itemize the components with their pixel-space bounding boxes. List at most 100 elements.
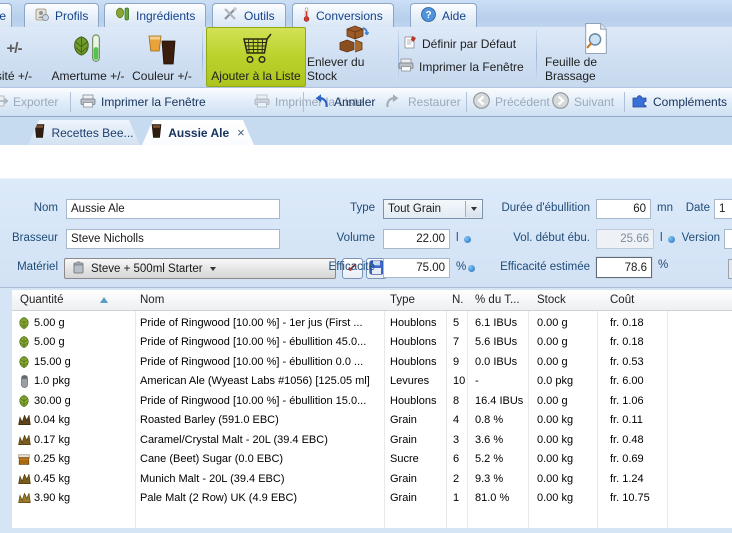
ajouter-liste-button[interactable]: Ajouter à la Liste <box>206 27 306 87</box>
annuler-button[interactable]: Annuler <box>311 88 375 116</box>
header-cout[interactable]: Coût <box>610 290 634 310</box>
header-n[interactable]: N. <box>452 290 464 310</box>
type-select[interactable]: Tout Grain <box>383 199 483 219</box>
restaurer-button[interactable]: Restaurer <box>385 88 461 116</box>
header-type[interactable]: Type <box>390 290 415 310</box>
exporter-button[interactable]: Exporter <box>0 88 58 116</box>
n-cell: 4 <box>453 411 459 431</box>
table-row[interactable]: 15.00 g Pride of Ringwood [10.00 %] - éb… <box>12 352 732 372</box>
menu-tab-partial[interactable]: e <box>0 3 12 27</box>
enlever-stock-button[interactable]: Enlever du Stock <box>307 28 397 86</box>
table-row[interactable]: 0.17 kg Caramel/Crystal Malt - 20L (39.4… <box>12 430 732 450</box>
date-input[interactable]: 1 <box>714 199 732 219</box>
menu-tab-label: Aide <box>442 9 466 23</box>
vol-debut-unit: l <box>660 232 663 244</box>
imprimer-fenetre-button[interactable]: Imprimer la Fenêtre <box>80 88 206 116</box>
n-cell: 5 <box>453 313 459 333</box>
date-label: Date <box>660 202 710 214</box>
stock-cell: 0.00 kg <box>537 430 573 450</box>
n-cell: 1 <box>453 489 459 509</box>
pct-cell: 6.1 IBUs <box>475 313 517 333</box>
doc-tab-recettes[interactable]: Recettes Bee... <box>28 120 140 145</box>
type-cell: Levures <box>390 372 429 392</box>
beer-glass-icon <box>34 124 45 141</box>
efficacite-value: 75.00 <box>416 262 445 274</box>
volume-input[interactable]: 22.00 <box>383 229 450 249</box>
table-row[interactable]: 0.45 kg Munich Malt - 20L (39.4 EBC) Gra… <box>12 469 732 489</box>
menu-tab-ingredients[interactable]: Ingrédients <box>104 3 206 27</box>
table-row[interactable]: 3.90 kg Pale Malt (2 Row) UK (4.9 EBC) G… <box>12 489 732 509</box>
cout-cell: fr. 0.18 <box>610 313 644 333</box>
chevron-down-icon <box>210 267 216 271</box>
ingredients-icon <box>115 7 130 24</box>
toolbar-separator <box>70 92 71 112</box>
definir-defaut-label: Définir par Défaut <box>422 37 516 51</box>
stock-cell: 0.00 kg <box>537 469 573 489</box>
suivant-button[interactable]: Suivant <box>552 88 614 116</box>
table-row[interactable]: 5.00 g Pride of Ringwood [10.00 %] - ébu… <box>12 333 732 353</box>
estimee-unit: % <box>658 259 668 271</box>
stock-cell: 0.00 g <box>537 352 568 372</box>
qty-cell: 0.25 kg <box>34 450 70 470</box>
thermometer-icon <box>303 7 310 25</box>
menu-tab-profils[interactable]: Profils <box>24 3 99 27</box>
header-nom[interactable]: Nom <box>140 290 164 310</box>
duree-input[interactable]: 60 <box>596 199 651 219</box>
cout-cell: fr. 0.11 <box>610 411 643 431</box>
definir-defaut-button[interactable]: Définir par Défaut <box>404 35 516 52</box>
menu-tab-label: Profils <box>55 9 88 23</box>
header-pct[interactable]: % du T... <box>475 290 520 310</box>
table-row[interactable]: 30.00 g Pride of Ringwood [10.00 %] - éb… <box>12 391 732 411</box>
type-cell: Houblons <box>390 333 436 353</box>
cout-cell: fr. 0.48 <box>610 430 644 450</box>
doc-tab-label: Aussie Ale <box>168 126 229 140</box>
brasseur-input[interactable]: Steve Nicholls <box>66 229 280 249</box>
n-cell: 8 <box>453 391 459 411</box>
brasseur-value: Steve Nicholls <box>71 233 144 245</box>
next-circle-icon <box>552 92 569 112</box>
cout-cell: fr. 1.06 <box>610 391 644 411</box>
enlever-stock-label: Enlever du Stock <box>307 55 397 83</box>
pct-cell: 3.6 % <box>475 430 503 450</box>
precedent-button[interactable]: Précédent <box>473 88 550 116</box>
couleur-button[interactable]: Couleur +/- <box>128 28 196 86</box>
app-window: e Profils Ingrédients Outils Conversions… <box>0 0 732 533</box>
efficacite-input[interactable]: 75.00 <box>383 258 450 278</box>
header-stock[interactable]: Stock <box>537 290 566 310</box>
prev-circle-icon <box>473 92 490 112</box>
feuille-brassage-button[interactable]: Feuille de Brassage <box>545 28 647 86</box>
ribbon-separator <box>202 30 203 82</box>
version-input[interactable] <box>724 229 732 249</box>
grain-icon <box>16 411 32 431</box>
qty-cell: 5.00 g <box>34 313 65 333</box>
restaurer-label: Restaurer <box>408 95 461 109</box>
table-row[interactable]: 0.04 kg Roasted Barley (591.0 EBC) Grain… <box>12 411 732 431</box>
nom-input[interactable]: Aussie Ale <box>66 199 280 219</box>
nom-cell: American Ale (Wyeast Labs #1056) [125.05… <box>140 372 381 392</box>
close-icon[interactable]: × <box>237 125 245 140</box>
pct-c ell: - <box>475 372 479 392</box>
menu-tab-outils[interactable]: Outils <box>212 3 286 27</box>
type-value: Tout Grain <box>388 203 441 215</box>
header-quantite[interactable]: Quantité <box>20 290 63 310</box>
type-cell: Grain <box>390 489 417 509</box>
menu-tab-label: Conversions <box>316 9 383 23</box>
efficacite-label: Efficacité <box>322 261 375 273</box>
menu-tab-aide[interactable]: ? Aide <box>410 3 477 27</box>
materiel-label: Matériel <box>8 261 58 273</box>
n-cell: 2 <box>453 469 459 489</box>
vol-debut-label: Vol. début ébu. <box>480 232 590 244</box>
materiel-select[interactable]: Steve + 500ml Starter <box>64 258 336 279</box>
nom-cell: Roasted Barley (591.0 EBC) <box>140 411 381 431</box>
table-row[interactable]: 1.0 pkg American Ale (Wyeast Labs #1056)… <box>12 372 732 392</box>
complements-button[interactable]: Compléments <box>632 88 727 116</box>
complements-label: Compléments <box>653 95 727 109</box>
amertume-button[interactable]: Amertume +/- <box>44 28 132 86</box>
imprimer-fenetre-ribbon-button[interactable]: Imprimer la Fenêtre <box>398 58 524 75</box>
clipped-control <box>728 259 732 279</box>
grain-icon <box>16 489 32 509</box>
table-row[interactable]: 5.00 g Pride of Ringwood [10.00 %] - 1er… <box>12 313 732 333</box>
doc-tab-aussie-ale[interactable]: Aussie Ale × <box>142 120 254 145</box>
table-row[interactable]: 0.25 kg Cane (Beet) Sugar (0.0 EBC) Sucr… <box>12 450 732 470</box>
stock-boxes-icon <box>335 23 369 55</box>
